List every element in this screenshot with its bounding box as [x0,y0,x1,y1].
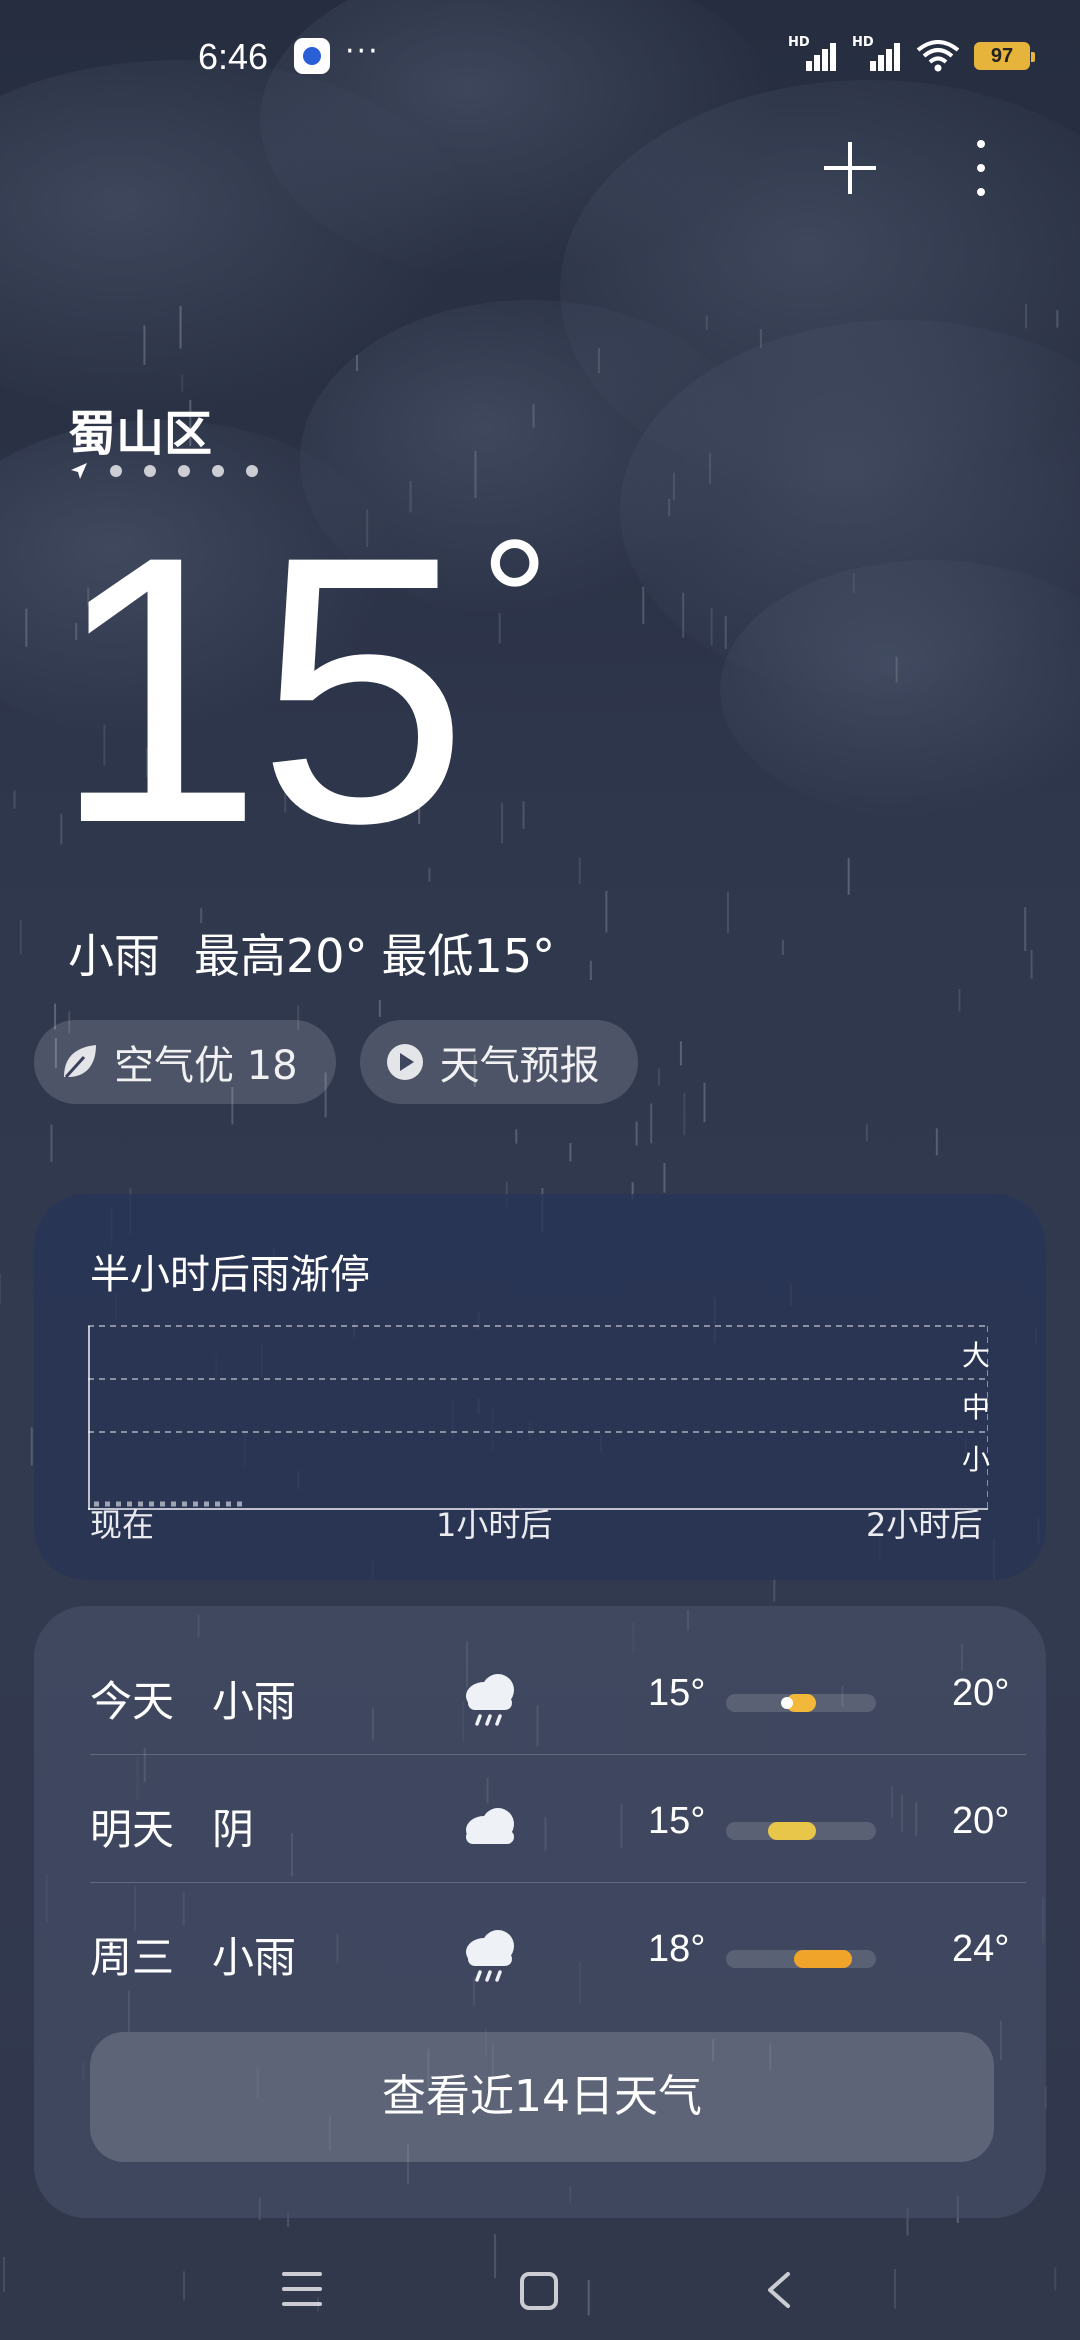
temperature-range-bar [726,1822,876,1840]
current-condition: 小雨 [68,929,160,983]
degree-symbol: ° [480,505,549,695]
forecast-day: 明天 [90,1805,175,1854]
pager-dot [110,465,122,477]
weather-forecast-chip[interactable]: 天气预报 [359,1020,638,1104]
rain-forecast-card[interactable]: 半小时后雨渐停 大 中 小 现在 1小时后 2小时后 [34,1194,1046,1580]
forecast-row-today[interactable]: 今天 小雨 15° 20° [90,1634,1009,1762]
level-heavy: 大 [962,1339,991,1372]
divider [90,1754,1026,1755]
forecast-high: 20° [952,1800,1010,1842]
time-label-1h: 1小时后 [436,1506,553,1544]
view-14-day-forecast-button[interactable]: 查看近14日天气 [90,2032,994,2162]
level-medium: 中 [962,1391,991,1424]
cellular-signal-icon: HD [788,35,838,71]
air-quality-chip[interactable]: 空气优 18 [34,1020,336,1104]
pager-dot [178,465,190,477]
pager-dot [144,465,156,477]
status-time: 6:46 [198,36,269,77]
time-label-2h: 2小时后 [866,1506,983,1544]
status-bar: 6:46 ··· HD HD 97 [0,30,1080,90]
forecast-high: 20° [952,1672,1010,1714]
condition-summary: 小雨 最高20° 最低15° [68,920,555,986]
rain-cloud-icon [466,1930,514,1982]
cloud-icon [466,1808,514,1844]
pager-dot [212,465,224,477]
forecast-condition: 小雨 [212,1933,297,1982]
recent-apps-button[interactable] [282,2272,322,2306]
temperature-range-bar [726,1694,876,1712]
forecast-condition: 小雨 [212,1677,297,1726]
temperature-range-fill [768,1822,816,1840]
daily-forecast-card: 今天 小雨 15° 20° 明天 阴 15° 20° 周三 小雨 18° 24°… [34,1606,1046,2218]
baidu-app-icon [294,38,330,74]
high-temperature: 最高20° [194,929,368,983]
forecast-day: 今天 [90,1677,175,1726]
forecast-day: 周三 [90,1933,175,1982]
current-temperature: 15 ° [52,477,549,902]
weather-forecast-label: 天气预报 [439,1043,600,1089]
air-quality-label: 空气优 18 [114,1043,298,1089]
home-button[interactable] [520,2272,558,2310]
wifi-icon [916,40,960,72]
pager-dot [246,465,258,477]
rain-cloud-icon [466,1674,514,1726]
forecast-row-wednesday[interactable]: 周三 小雨 18° 24° [90,1890,1009,2018]
play-icon [386,1044,423,1080]
level-light: 小 [962,1443,991,1476]
battery-icon: 97 [974,42,1035,70]
add-city-button[interactable] [822,140,878,196]
location-title: 蜀山区 [68,406,213,462]
cellular-signal-icon-2: HD [852,35,902,71]
current-temperature-marker [781,1697,793,1709]
low-temperature: 最低15° [381,929,556,983]
back-button[interactable] [760,2270,800,2310]
forecast-low: 18° [648,1928,706,1970]
divider [90,1882,1026,1883]
forecast-row-tomorrow[interactable]: 明天 阴 15° 20° [90,1762,1009,1890]
more-options-button[interactable] [966,140,996,196]
more-notifications-icon: ··· [345,34,380,69]
temperature-range-fill [793,1950,852,1968]
forecast-low: 15° [648,1800,706,1842]
rain-forecast-title: 半小时后雨渐停 [90,1252,370,1298]
forecast-high: 24° [952,1928,1010,1970]
precipitation-chart [88,1325,988,1510]
forecast-low: 15° [648,1672,706,1714]
navigation-bar [0,2240,1080,2340]
temperature-range-bar [726,1950,876,1968]
leaf-icon [64,1045,96,1079]
forecast-condition: 阴 [212,1805,255,1854]
time-label-now: 现在 [90,1506,155,1544]
